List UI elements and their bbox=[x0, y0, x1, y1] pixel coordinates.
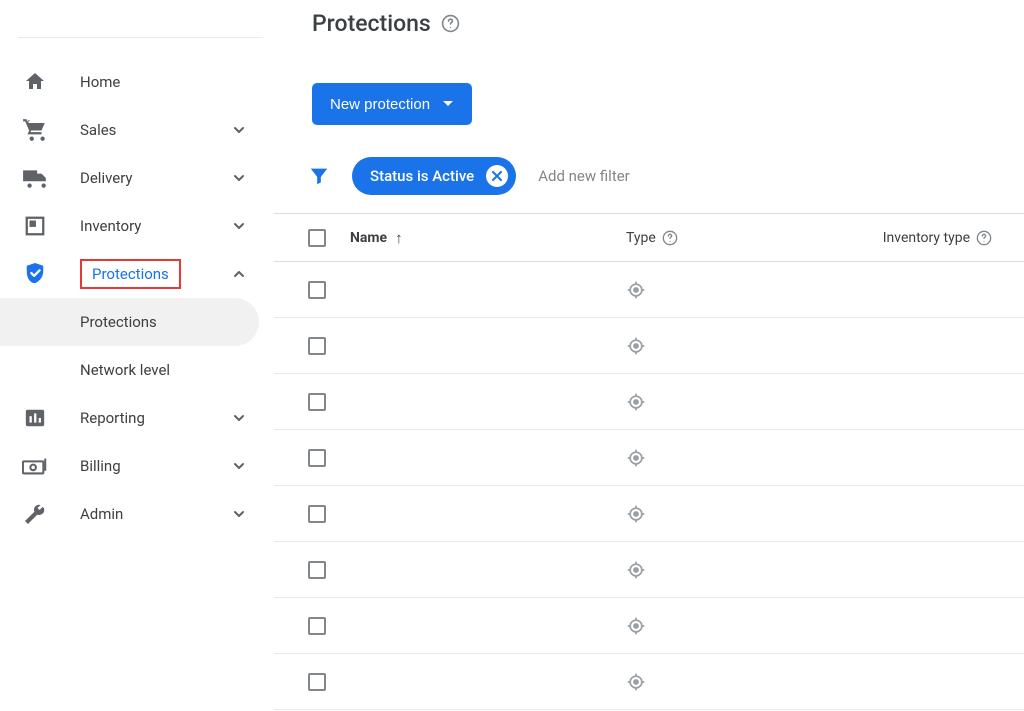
sidebar-subitem-network-level[interactable]: Network level bbox=[0, 346, 273, 394]
target-icon bbox=[626, 672, 646, 692]
cell-type bbox=[586, 448, 846, 468]
sidebar-item-billing[interactable]: Billing bbox=[0, 442, 273, 490]
sidebar-item-admin[interactable]: Admin bbox=[0, 490, 273, 538]
chevron-down-icon bbox=[231, 458, 247, 474]
home-icon bbox=[22, 69, 48, 95]
sidebar-item-sales[interactable]: Sales bbox=[0, 106, 273, 154]
sidebar-item-label: Admin bbox=[80, 505, 123, 523]
column-header-name[interactable]: Name bbox=[350, 230, 387, 246]
cell-type bbox=[586, 392, 846, 412]
target-icon bbox=[626, 392, 646, 412]
chevron-down-icon bbox=[231, 170, 247, 186]
sidebar-item-label: Home bbox=[80, 73, 120, 91]
table-row[interactable] bbox=[274, 318, 1024, 374]
column-header-inventory[interactable]: Inventory type bbox=[883, 230, 970, 246]
row-checkbox[interactable] bbox=[308, 617, 326, 635]
row-checkbox[interactable] bbox=[308, 561, 326, 579]
sidebar-item-delivery[interactable]: Delivery bbox=[0, 154, 273, 202]
sidebar-item-protections[interactable]: Protections bbox=[0, 250, 273, 298]
sidebar-item-label: Sales bbox=[80, 121, 116, 139]
bar-icon bbox=[22, 405, 48, 431]
row-checkbox[interactable] bbox=[308, 337, 326, 355]
cell-type bbox=[586, 504, 846, 524]
truck-icon bbox=[22, 165, 48, 191]
filter-chip-label: Status is Active bbox=[370, 167, 474, 185]
sort-asc-icon[interactable]: ↑ bbox=[395, 229, 403, 247]
sidebar-item-inventory[interactable]: Inventory bbox=[0, 202, 273, 250]
target-icon bbox=[626, 336, 646, 356]
sidebar-item-home[interactable]: Home bbox=[0, 58, 273, 106]
table-row[interactable] bbox=[274, 430, 1024, 486]
add-new-filter[interactable]: Add new filter bbox=[538, 167, 630, 185]
dropdown-caret-icon bbox=[442, 100, 454, 108]
table-row[interactable] bbox=[274, 374, 1024, 430]
help-icon[interactable] bbox=[441, 14, 460, 33]
target-icon bbox=[626, 280, 646, 300]
sidebar-item-label: Reporting bbox=[80, 409, 145, 427]
page-title-text: Protections bbox=[312, 10, 431, 37]
table-row[interactable] bbox=[274, 654, 1024, 710]
chevron-down-icon bbox=[231, 122, 247, 138]
inventory-icon bbox=[22, 213, 48, 239]
row-checkbox[interactable] bbox=[308, 281, 326, 299]
filter-chip-remove-icon[interactable] bbox=[486, 165, 508, 187]
table-row[interactable] bbox=[274, 486, 1024, 542]
cash-icon bbox=[22, 453, 48, 479]
row-checkbox[interactable] bbox=[308, 673, 326, 691]
main-content: Protections New protection Status is Act… bbox=[274, 0, 1024, 711]
sidebar-item-label: Delivery bbox=[80, 169, 133, 187]
shield-icon bbox=[22, 261, 48, 287]
target-icon bbox=[626, 504, 646, 524]
table-row[interactable] bbox=[274, 598, 1024, 654]
help-icon[interactable] bbox=[976, 230, 992, 246]
row-checkbox[interactable] bbox=[308, 449, 326, 467]
cell-type bbox=[586, 616, 846, 636]
sidebar-divider bbox=[18, 37, 263, 38]
sidebar-top-placeholder bbox=[0, 14, 273, 29]
sidebar-item-label: Protections bbox=[80, 259, 181, 289]
select-all-checkbox[interactable] bbox=[308, 229, 326, 247]
sidebar-item-reporting[interactable]: Reporting bbox=[0, 394, 273, 442]
cell-type bbox=[586, 336, 846, 356]
cell-type bbox=[586, 672, 846, 692]
cart-icon bbox=[22, 117, 48, 143]
filter-bar: Status is Active Add new filter bbox=[274, 139, 1024, 214]
row-checkbox[interactable] bbox=[308, 505, 326, 523]
new-protection-button[interactable]: New protection bbox=[312, 83, 472, 125]
target-icon bbox=[626, 448, 646, 468]
table-body bbox=[274, 262, 1024, 710]
page-title: Protections bbox=[312, 10, 1002, 37]
target-icon bbox=[626, 616, 646, 636]
help-icon[interactable] bbox=[662, 230, 678, 246]
chevron-down-icon bbox=[231, 506, 247, 522]
filter-chip-status[interactable]: Status is Active bbox=[352, 157, 516, 195]
sidebar-subitem-protections[interactable]: Protections bbox=[0, 298, 259, 346]
row-checkbox[interactable] bbox=[308, 393, 326, 411]
target-icon bbox=[626, 560, 646, 580]
sidebar: Home Sales Delivery Inventory Protections Pro… bbox=[0, 0, 274, 711]
wrench-icon bbox=[22, 501, 48, 527]
new-protection-label: New protection bbox=[330, 96, 430, 113]
chevron-down-icon bbox=[231, 410, 247, 426]
cell-type bbox=[586, 280, 846, 300]
table-header: Name ↑ Type Inventory type bbox=[274, 214, 1024, 262]
column-header-type[interactable]: Type bbox=[626, 230, 656, 246]
chevron-down-icon bbox=[231, 218, 247, 234]
table-row[interactable] bbox=[274, 542, 1024, 598]
sidebar-item-label: Inventory bbox=[80, 217, 141, 235]
sidebar-item-label: Billing bbox=[80, 457, 121, 475]
chevron-up-icon bbox=[231, 266, 247, 282]
table-row[interactable] bbox=[274, 262, 1024, 318]
filter-icon[interactable] bbox=[308, 165, 330, 187]
cell-type bbox=[586, 560, 846, 580]
